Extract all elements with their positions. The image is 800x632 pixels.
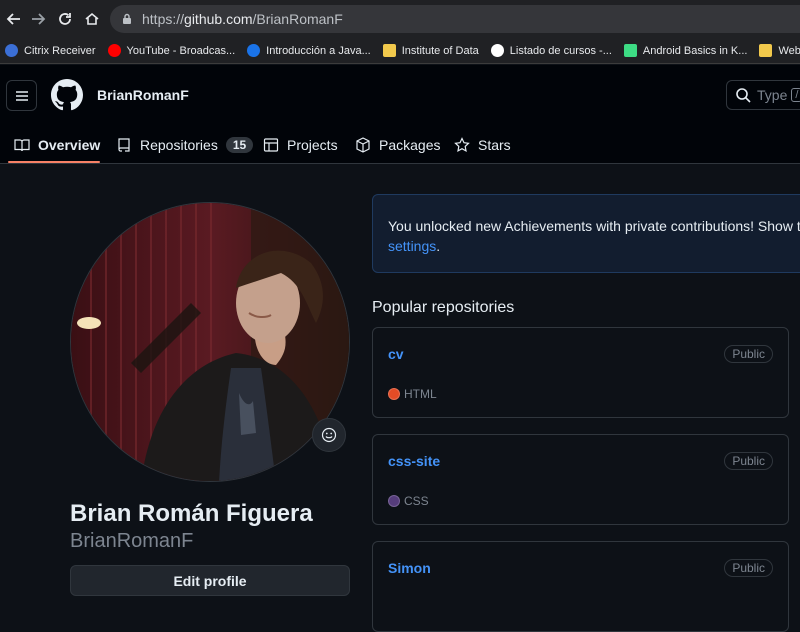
google-icon	[490, 44, 504, 57]
profile-login: BrianRomanF	[70, 530, 194, 552]
url-scheme: https://	[142, 11, 185, 27]
youtube-icon	[107, 44, 121, 57]
address-bar[interactable]: https://github.com/BrianRomanF	[110, 5, 800, 33]
tab-stars[interactable]: Stars	[454, 125, 511, 164]
tab-projects-label: Projects	[287, 136, 338, 153]
repo-name-link[interactable]: css-site	[388, 453, 440, 469]
bookmark-item[interactable]: Institute of Data	[382, 44, 479, 57]
repo-card: Simon Public	[372, 541, 789, 632]
search-input[interactable]: Type /	[726, 80, 800, 110]
tab-repositories-label: Repositories	[140, 136, 218, 153]
visibility-badge: Public	[724, 345, 773, 363]
repo-language: CSS	[388, 494, 429, 508]
bookmark-item[interactable]: Android Basics in K...	[623, 44, 748, 57]
bookmark-label: Institute of Data	[401, 44, 479, 57]
bookmark-label: Citrix Receiver	[24, 44, 96, 57]
tab-stars-label: Stars	[478, 136, 511, 153]
active-tab-indicator	[8, 161, 100, 163]
visibility-badge: Public	[724, 452, 773, 470]
home-button[interactable]	[78, 5, 106, 33]
browser-toolbar: https://github.com/BrianRomanF	[0, 0, 800, 38]
search-placeholder: Type	[757, 87, 788, 103]
bookmark-label: Web	[778, 44, 800, 57]
url-host: github.com	[184, 11, 253, 27]
repo-card: css-site Public CSS	[372, 434, 789, 525]
github-logo-icon[interactable]	[51, 79, 83, 111]
avatar[interactable]	[70, 202, 350, 482]
repo-language: HTML	[388, 387, 437, 401]
hamburger-icon	[15, 90, 28, 101]
bookmark-label: Listado de cursos -...	[509, 44, 612, 57]
tab-packages[interactable]: Packages	[355, 125, 440, 164]
bookmark-label: Android Basics in K...	[642, 44, 748, 57]
forward-arrow-icon	[32, 13, 46, 25]
tab-projects[interactable]: Projects	[263, 125, 338, 164]
language-label: HTML	[404, 387, 437, 401]
avatar-photo	[71, 203, 349, 481]
repo-card: cv Public HTML	[372, 327, 789, 418]
language-label: CSS	[404, 494, 429, 508]
repo-name-link[interactable]: Simon	[388, 560, 431, 576]
back-arrow-icon	[6, 13, 20, 25]
notice-text: You unlocked new Achievements with priva…	[388, 218, 800, 234]
lock-icon	[123, 13, 131, 24]
package-icon	[356, 136, 370, 153]
tab-overview-label: Overview	[38, 136, 101, 153]
bookmark-label: YouTube - Broadcas...	[126, 44, 236, 57]
language-color-dot	[388, 495, 400, 507]
bookmark-label: Introducción a Java...	[266, 44, 371, 57]
forward-button[interactable]	[24, 5, 52, 33]
search-icon	[736, 88, 751, 103]
menu-button[interactable]	[6, 80, 37, 111]
tab-packages-label: Packages	[379, 136, 441, 153]
bookmark-item[interactable]: Listado de cursos -...	[490, 44, 612, 57]
profile-tabs: Overview Repositories 15 Projects Packag…	[0, 125, 800, 164]
language-color-dot	[388, 388, 400, 400]
bookmark-item[interactable]: Citrix Receiver	[5, 44, 96, 57]
smiley-icon	[321, 427, 337, 443]
c-icon	[247, 44, 261, 57]
repo-icon	[118, 137, 130, 152]
folder-icon	[759, 44, 773, 57]
url-path: /BrianRomanF	[252, 11, 343, 27]
tab-repositories[interactable]: Repositories 15	[116, 125, 254, 164]
visibility-badge: Public	[724, 559, 773, 577]
github-header: BrianRomanF Type /	[0, 65, 800, 125]
settings-link[interactable]: settings	[388, 238, 436, 254]
folder-icon	[382, 44, 396, 57]
repo-name-link[interactable]: cv	[388, 346, 404, 362]
reload-button[interactable]	[51, 5, 79, 33]
home-icon	[85, 12, 99, 25]
search-shortcut-key: /	[791, 88, 800, 102]
citrix-icon	[5, 44, 18, 57]
table-icon	[263, 137, 279, 152]
bookmark-item[interactable]: Introducción a Java...	[247, 44, 371, 57]
notice-suffix: .	[436, 238, 441, 254]
bookmark-item[interactable]: YouTube - Broadcas...	[107, 44, 236, 57]
repositories-count: 15	[225, 136, 254, 153]
android-icon	[623, 44, 637, 57]
set-status-button[interactable]	[312, 418, 346, 452]
popular-repositories-heading: Popular repositories	[372, 299, 515, 316]
reload-icon	[59, 13, 71, 25]
header-username[interactable]: BrianRomanF	[97, 87, 189, 103]
bookmark-item[interactable]: Web	[759, 44, 800, 57]
star-icon	[454, 136, 470, 152]
tab-overview[interactable]: Overview	[14, 125, 100, 164]
edit-profile-button[interactable]: Edit profile	[70, 565, 350, 596]
url-text: https://github.com/BrianRomanF	[142, 11, 343, 27]
achievements-notice: You unlocked new Achievements with priva…	[372, 194, 800, 273]
profile-full-name: Brian Román Figuera	[70, 500, 313, 527]
bookmarks-bar: Citrix Receiver YouTube - Broadcas... Intr…	[0, 38, 800, 64]
book-icon	[14, 138, 30, 151]
